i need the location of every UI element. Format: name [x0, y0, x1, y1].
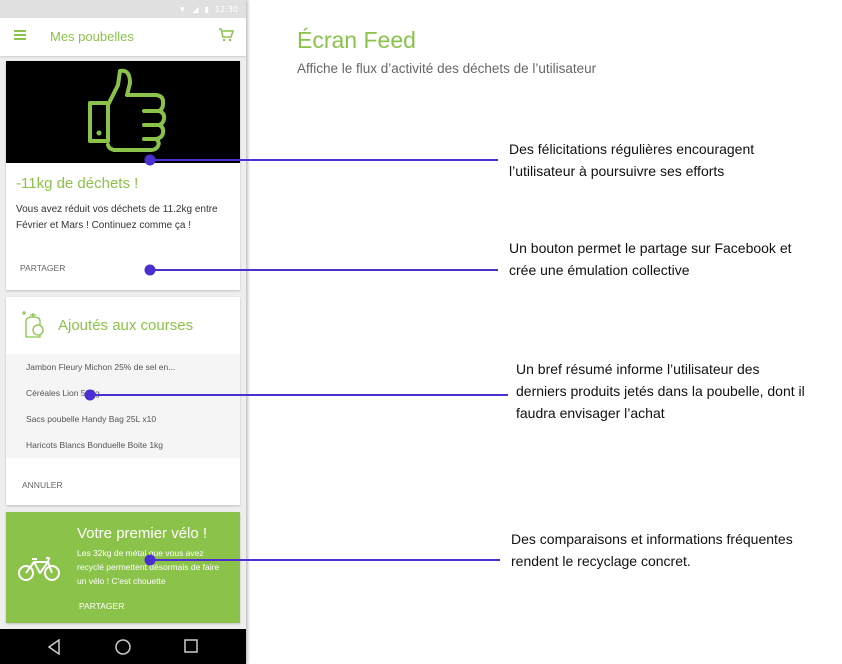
share-button[interactable]: PARTAGER — [79, 601, 124, 611]
shopping-headline: Ajoutés aux courses — [58, 317, 194, 334]
shopping-card: Ajoutés aux courses Jambon Fleury Michon… — [6, 297, 240, 505]
bicycle-icon — [18, 557, 60, 581]
annotation-note: Un bouton permet le partage sur Facebook… — [509, 240, 792, 278]
cancel-button[interactable]: ANNULER — [22, 480, 63, 490]
bike-card: Votre premier vélo ! Les 32kg de métal q… — [6, 512, 240, 623]
list-item[interactable]: Céréales Lion 500g — [6, 380, 240, 406]
screen-title: Écran Feed — [297, 27, 416, 53]
shopping-bag-icon — [22, 311, 44, 338]
status-time: 12:30 — [214, 4, 238, 14]
share-button[interactable]: PARTAGER — [20, 263, 65, 273]
status-bar: ▼ ◢ ▮ 12:30 — [0, 0, 246, 18]
annotation-note: Un bref résumé informe l’utilisateur des… — [516, 361, 805, 421]
home-circle-icon[interactable] — [114, 638, 132, 656]
congrats-card: -11kg de déchets ! Vous avez réduit vos … — [6, 61, 240, 290]
annotation-note: Des félicitations régulières encouragent… — [509, 141, 755, 179]
thumbs-up-icon — [88, 68, 167, 152]
android-nav-bar — [0, 629, 246, 664]
wifi-icon: ▼ — [178, 4, 187, 14]
annotation-note: Des comparaisons et informations fréquen… — [511, 531, 793, 569]
app-bar: Mes poubelles — [0, 18, 246, 56]
battery-icon: ▮ — [204, 4, 209, 14]
list-item[interactable]: Jambon Fleury Michon 25% de sel en... — [6, 354, 240, 380]
screen-subtitle: Affiche le flux d’activité des déchets d… — [297, 61, 597, 76]
congrats-hero-image — [6, 61, 240, 163]
list-item[interactable]: Sacs poubelle Handy Bag 25L x10 — [6, 406, 240, 432]
hamburger-menu-icon[interactable] — [14, 30, 26, 40]
congrats-body: Vous avez réduit vos déchets de 11.2kg e… — [16, 204, 218, 231]
bike-headline: Votre premier vélo ! — [77, 525, 208, 542]
shopping-cart-icon[interactable] — [218, 28, 234, 42]
recent-square-icon[interactable] — [184, 639, 198, 653]
shopping-list: Jambon Fleury Michon 25% de sel en... Cé… — [6, 354, 240, 458]
app-title: Mes poubelles — [50, 29, 134, 44]
list-item[interactable]: Haricots Blancs Bonduelle Boite 1kg — [6, 432, 240, 458]
bike-body: Les 32kg de métal que vous avez recyclé … — [77, 548, 220, 586]
congrats-headline: -11kg de déchets ! — [16, 175, 139, 192]
back-triangle-icon[interactable] — [47, 639, 61, 655]
phone-mockup: ▼ ◢ ▮ 12:30 Mes poubelles -11kg de déche… — [0, 0, 246, 664]
signal-icon: ◢ — [192, 4, 199, 14]
